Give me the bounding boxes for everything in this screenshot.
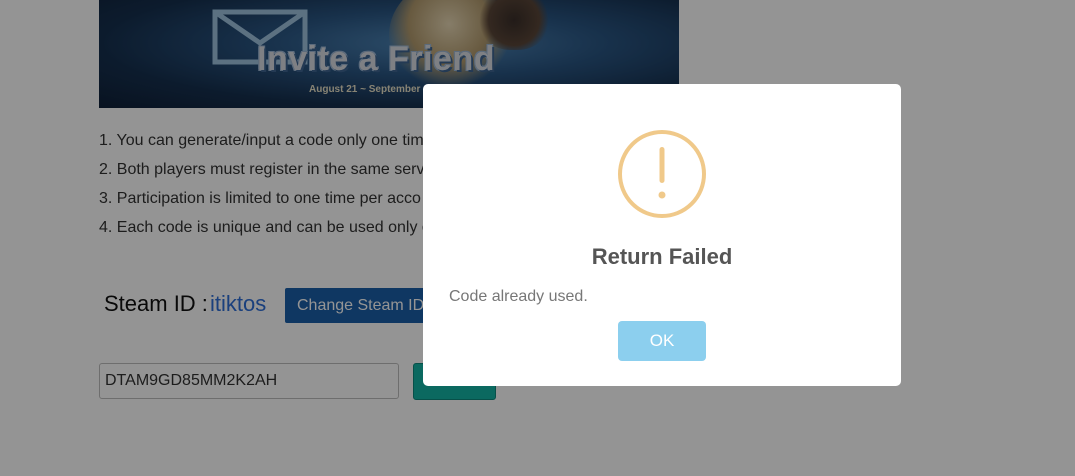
warning-exclamation-icon	[618, 130, 706, 218]
ok-button[interactable]: OK	[618, 321, 706, 361]
return-failed-dialog: Return Failed Code already used. OK	[423, 84, 901, 386]
dialog-title: Return Failed	[591, 244, 733, 269]
dialog-message: Code already used.	[449, 288, 588, 305]
